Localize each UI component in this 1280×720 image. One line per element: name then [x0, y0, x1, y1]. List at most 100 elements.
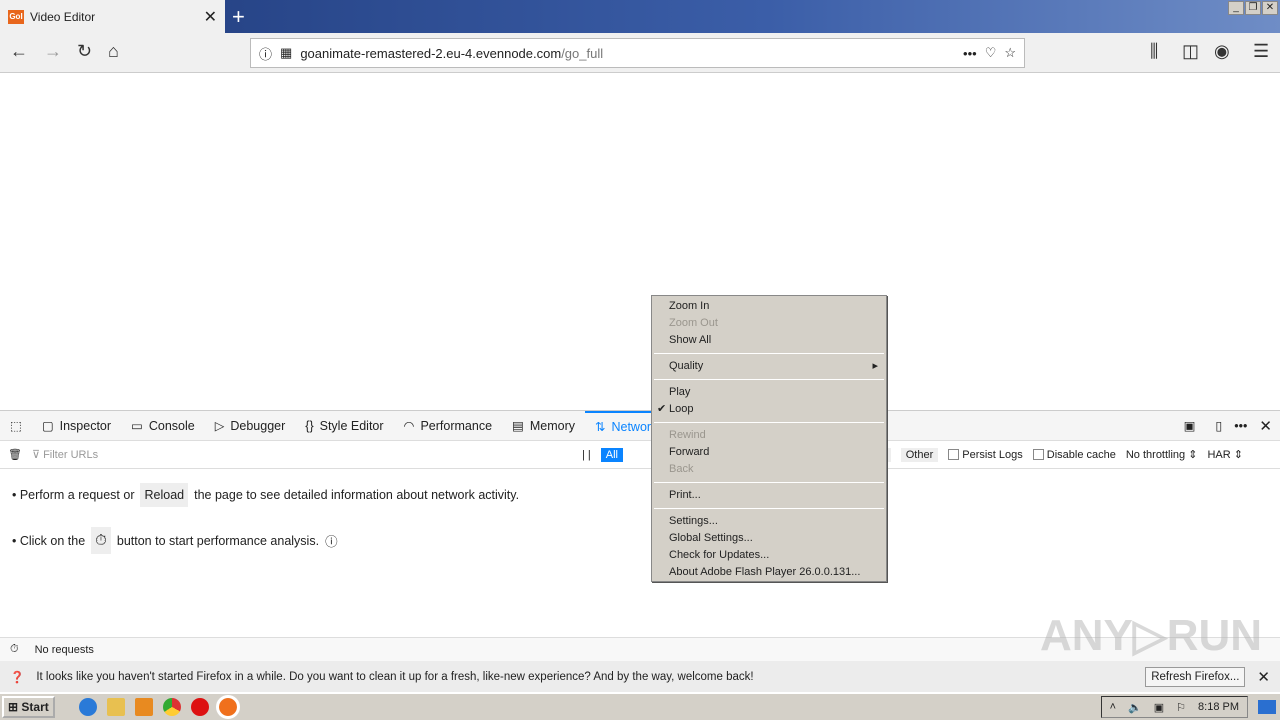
more-icon[interactable]: ••• — [963, 46, 977, 61]
menu-item-loop[interactable]: ✔ Loop — [652, 401, 886, 418]
menu-item-zoom-in[interactable]: Zoom In — [652, 298, 886, 315]
har-select[interactable]: HAR ⇕ — [1207, 448, 1243, 461]
menu-item-label: Show All — [669, 334, 712, 346]
menu-item-label: Forward — [669, 446, 710, 458]
trash-icon[interactable]: 🗑 — [8, 448, 22, 461]
tab-label: Inspector — [59, 418, 112, 433]
menu-item-show-all[interactable]: Show All — [652, 332, 886, 349]
tab-memory[interactable]: ▤ Memory — [502, 411, 585, 441]
throttling-select[interactable]: No throttling ⇕ — [1126, 448, 1198, 461]
menu-item-label: About Adobe Flash Player 26.0.0.131... — [669, 566, 861, 578]
menu-separator — [654, 422, 884, 423]
tab-label: Memory — [529, 418, 575, 433]
stopwatch-button[interactable]: ⏱ — [91, 527, 111, 554]
filter-other[interactable]: Other — [900, 447, 939, 462]
forward-icon[interactable]: → — [44, 41, 62, 62]
menu-item-label: Loop — [669, 403, 694, 415]
restore-button[interactable]: ❐ — [1245, 1, 1261, 15]
filter-all[interactable]: All — [600, 447, 623, 462]
notification-bar: ❓ It looks like you haven't started Fire… — [0, 661, 1280, 692]
pause-icon[interactable]: | | — [582, 449, 591, 461]
filter-urls-input[interactable]: ⊽ Filter URLs — [32, 448, 572, 461]
menu-item-zoom-out: Zoom Out — [652, 315, 886, 332]
browser-tab[interactable]: GoI Video Editor ✕ — [0, 0, 225, 33]
reload-icon[interactable]: ↻ — [77, 41, 92, 62]
media-player-icon[interactable] — [134, 698, 153, 716]
tab-label: Performance — [420, 418, 493, 433]
menu-item-play[interactable]: Play — [652, 384, 886, 401]
checkmark-icon: ✔ — [657, 403, 667, 415]
system-tray: ˄ 🔈 ▣ ⚐ 8:18 PM — [1100, 696, 1248, 718]
performance-message: • Click on the ⏱ button to start perform… — [12, 527, 338, 554]
watermark-logo: ANY▷RUN — [1040, 611, 1263, 660]
tab-debugger[interactable]: ▷ Debugger — [205, 411, 296, 441]
menu-separator — [654, 353, 884, 354]
menu-item-check-for-updates[interactable]: Check for Updates... — [652, 547, 886, 564]
close-devtools-icon[interactable]: ✕ — [1259, 417, 1280, 435]
flash-context-menu: Zoom In Zoom Out Show All Quality ▸ Play ✔ Loop… — [651, 295, 887, 582]
volume-icon[interactable]: 🔈 — [1128, 701, 1142, 714]
minimize-button[interactable]: _ — [1228, 1, 1244, 15]
tab-title: Video Editor — [30, 9, 96, 24]
menu-item-global-settings[interactable]: Global Settings... — [652, 530, 886, 547]
info-icon[interactable]: ⓘ — [259, 44, 272, 63]
show-hidden-icon[interactable]: ˄ — [1110, 701, 1116, 713]
tab-performance[interactable]: ◠ Performance — [394, 411, 502, 441]
menu-icon[interactable]: ☰ — [1253, 41, 1269, 62]
bookmark-star-icon[interactable]: ☆ — [1004, 45, 1016, 61]
back-icon[interactable]: ← — [10, 41, 28, 62]
tab-style-editor[interactable]: {} Style Editor — [295, 411, 393, 441]
menu-item-forward[interactable]: Forward — [652, 444, 886, 461]
menu-item-label: Play — [669, 386, 691, 398]
tab-inspector[interactable]: ▢ Inspector — [32, 411, 121, 441]
refresh-firefox-button[interactable]: Refresh Firefox... — [1145, 666, 1246, 687]
menu-item-label: Rewind — [669, 429, 706, 441]
tab-console[interactable]: ▭ Console — [121, 411, 205, 441]
account-icon[interactable]: ◉ — [1214, 41, 1230, 62]
pocket-icon[interactable]: ♡ — [985, 45, 997, 61]
opera-icon[interactable] — [190, 698, 209, 716]
sidebar-icon[interactable]: ◫ — [1182, 41, 1199, 62]
url-bar[interactable]: ⓘ ▦ goanimate-remastered-2.eu-4.evennode… — [250, 38, 1025, 68]
menu-item-label: Print... — [669, 489, 701, 501]
menu-item-rewind: Rewind — [652, 427, 886, 444]
chrome-icon[interactable] — [162, 698, 181, 716]
menu-item-label: Check for Updates... — [669, 549, 770, 561]
filter-placeholder: Filter URLs — [43, 449, 99, 461]
more-options-icon[interactable]: ••• — [1234, 419, 1259, 433]
menu-item-print[interactable]: Print... — [652, 487, 886, 504]
menu-item-settings[interactable]: Settings... — [652, 513, 886, 530]
text: • Click on the — [12, 533, 86, 548]
dock-icon[interactable]: ▣ — [1184, 418, 1216, 433]
help-icon[interactable]: ⓘ — [325, 531, 338, 550]
clock[interactable]: 8:18 PM — [1198, 701, 1239, 713]
stopwatch-icon[interactable]: ⏱ — [10, 643, 19, 656]
start-button[interactable]: ⊞ Start — [2, 696, 55, 718]
network-icon[interactable]: ▣ — [1154, 701, 1164, 714]
start-label: Start — [21, 700, 49, 714]
element-picker-icon[interactable]: ⬚ — [0, 411, 32, 441]
reload-message: • Perform a request or Reload the page t… — [12, 483, 519, 507]
persist-logs-checkbox[interactable]: Persist Logs — [948, 449, 1023, 461]
disable-cache-checkbox[interactable]: Disable cache — [1032, 449, 1116, 461]
firefox-icon[interactable] — [215, 695, 240, 719]
reload-button[interactable]: Reload — [140, 483, 189, 507]
text: • Perform a request or — [12, 488, 135, 502]
new-tab-button[interactable]: + — [232, 4, 245, 30]
explorer-icon[interactable] — [106, 698, 125, 716]
show-desktop-icon[interactable] — [1258, 700, 1276, 714]
ie-icon[interactable] — [78, 698, 97, 716]
library-icon[interactable]: ⫼ — [1150, 41, 1158, 62]
menu-item-about-adobe-flash-player-26-0-0-131[interactable]: About Adobe Flash Player 26.0.0.131... — [652, 564, 886, 581]
responsive-icon[interactable]: ▯ — [1215, 418, 1234, 433]
flag-icon[interactable]: ⚐ — [1176, 701, 1186, 714]
menu-item-quality[interactable]: Quality ▸ — [652, 358, 886, 375]
text: button to start performance analysis. — [116, 533, 320, 548]
home-icon[interactable]: ⌂ — [108, 41, 119, 62]
menu-item-label: Back — [669, 463, 694, 475]
text: the page to see detailed information abo… — [194, 488, 520, 502]
close-notification-icon[interactable]: ✕ — [1257, 668, 1270, 686]
menu-item-label: Zoom Out — [669, 317, 718, 329]
close-window-button[interactable]: ✕ — [1262, 1, 1278, 15]
close-tab-icon[interactable]: ✕ — [204, 7, 217, 27]
